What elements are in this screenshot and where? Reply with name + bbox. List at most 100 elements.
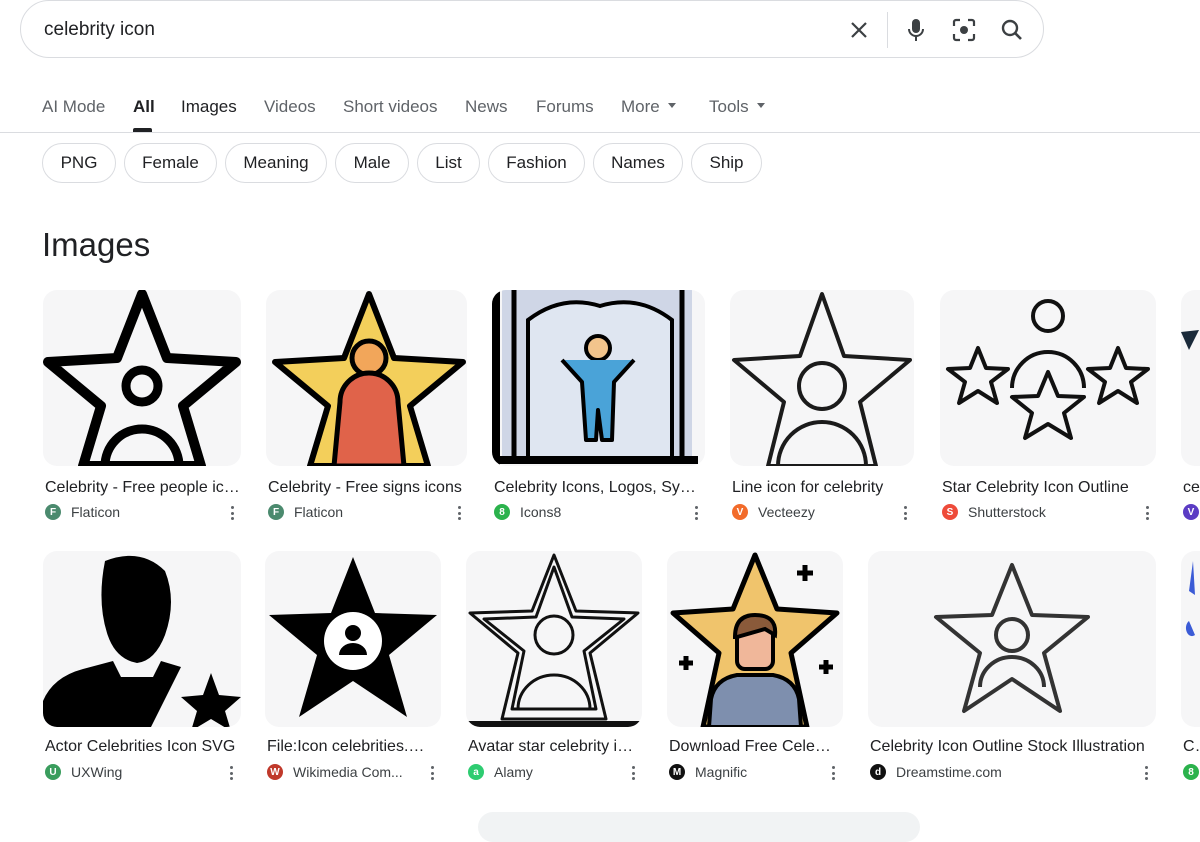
image-source[interactable]: S Shutterstock	[942, 504, 1046, 520]
image-title[interactable]: Celebrity - Free people icons	[45, 479, 241, 497]
image-source[interactable]: 8	[1183, 764, 1200, 780]
tab-tools[interactable]: Tools	[709, 97, 765, 117]
search-input[interactable]: celebrity icon	[44, 19, 155, 41]
image-title[interactable]: Line icon for celebrity	[732, 479, 914, 497]
divider	[0, 132, 1200, 133]
divider	[887, 12, 888, 48]
search-box[interactable]: celebrity icon	[20, 0, 1044, 58]
source-name: Flaticon	[71, 504, 121, 520]
chip-male[interactable]: Male	[335, 143, 409, 183]
image-thumbnail[interactable]	[43, 551, 241, 727]
image-title[interactable]: ce	[1183, 479, 1200, 497]
chip-png[interactable]: PNG	[42, 143, 116, 183]
image-source[interactable]: V Vecteezy	[732, 504, 815, 520]
search-icon[interactable]	[998, 16, 1026, 44]
chip-fashion[interactable]: Fashion	[488, 143, 585, 183]
avatar-star-icon	[466, 553, 642, 727]
image-thumbnail[interactable]	[1181, 551, 1200, 727]
tab-images[interactable]: Images	[181, 97, 237, 117]
tab-more[interactable]: More	[621, 97, 676, 117]
tab-all[interactable]: All	[133, 97, 155, 117]
caret-down-icon	[756, 103, 765, 109]
tab-forums[interactable]: Forums	[536, 97, 594, 117]
site-favicon-icon: 8	[1183, 764, 1199, 780]
tab-tools-label: Tools	[709, 97, 749, 116]
image-title[interactable]: Celebrity - Free signs icons	[268, 479, 463, 497]
stage-curtain-person-icon	[492, 290, 698, 466]
source-name: Alamy	[494, 764, 533, 780]
image-title[interactable]: Ce	[1183, 738, 1200, 756]
image-source[interactable]: a Alamy	[468, 764, 533, 780]
image-source[interactable]: F Flaticon	[268, 504, 343, 520]
alamy-favicon-icon: a	[468, 764, 484, 780]
image-title[interactable]: Download Free Celebrity	[669, 738, 839, 756]
show-more-button[interactable]	[478, 812, 920, 842]
dreamstime-favicon-icon: d	[870, 764, 886, 780]
chip-meaning[interactable]: Meaning	[225, 143, 327, 183]
star-man-icon	[670, 552, 840, 727]
source-name: Wikimedia Com...	[293, 764, 403, 780]
image-source[interactable]: U UXWing	[45, 764, 122, 780]
clear-icon[interactable]	[845, 16, 873, 44]
source-name: Shutterstock	[968, 504, 1046, 520]
section-title: Images	[42, 226, 151, 263]
image-thumbnail[interactable]	[265, 551, 441, 727]
image-title[interactable]: Celebrity Icon Outline Stock Illustratio…	[870, 738, 1154, 756]
more-options-icon[interactable]	[626, 763, 640, 783]
more-options-icon[interactable]	[689, 503, 703, 523]
image-source[interactable]: d Dreamstime.com	[870, 764, 1002, 780]
more-options-icon[interactable]	[898, 503, 912, 523]
more-options-icon[interactable]	[1140, 503, 1154, 523]
image-title[interactable]: Actor Celebrities Icon SVG	[45, 738, 241, 756]
image-source[interactable]: V	[1183, 504, 1200, 520]
image-thumbnail[interactable]	[667, 551, 843, 727]
image-thumbnail[interactable]	[730, 290, 914, 466]
image-source[interactable]: F Flaticon	[45, 504, 120, 520]
image-thumbnail[interactable]	[266, 290, 467, 466]
camera-lens-icon[interactable]	[950, 16, 978, 44]
chip-names[interactable]: Names	[593, 143, 683, 183]
chip-female[interactable]: Female	[124, 143, 217, 183]
more-options-icon[interactable]	[452, 503, 466, 523]
image-thumbnail[interactable]	[940, 290, 1156, 466]
tab-more-label: More	[621, 97, 660, 116]
tab-news[interactable]: News	[465, 97, 508, 117]
source-name: UXWing	[71, 764, 123, 780]
image-thumbnail[interactable]	[1181, 290, 1200, 466]
image-source[interactable]: W Wikimedia Com...	[267, 764, 403, 780]
more-options-icon[interactable]	[1139, 763, 1153, 783]
star-person-icon	[272, 291, 466, 466]
source-name: Flaticon	[294, 504, 344, 520]
star-person-outline-icon	[732, 292, 912, 466]
uxwing-favicon-icon: U	[45, 764, 61, 780]
microphone-icon[interactable]	[902, 16, 930, 44]
image-thumbnail[interactable]	[492, 290, 705, 466]
star-icon	[1181, 330, 1199, 350]
shutterstock-favicon-icon: S	[942, 504, 958, 520]
tab-short-videos[interactable]: Short videos	[343, 97, 438, 117]
source-name: Vecteezy	[758, 504, 815, 520]
tab-ai-mode[interactable]: AI Mode	[42, 97, 105, 117]
image-source[interactable]: M Magnific	[669, 764, 747, 780]
more-options-icon[interactable]	[425, 763, 439, 783]
source-name: Icons8	[520, 504, 562, 520]
image-source[interactable]: 8 Icons8	[494, 504, 561, 520]
image-title[interactable]: Celebrity Icons, Logos, Symbols	[494, 479, 699, 497]
image-title[interactable]: Star Celebrity Icon Outline	[942, 479, 1154, 497]
vecteezy-favicon-icon: V	[732, 504, 748, 520]
image-title[interactable]: Avatar star celebrity icon	[468, 738, 638, 756]
more-options-icon[interactable]	[224, 763, 238, 783]
image-thumbnail[interactable]	[868, 551, 1156, 727]
magnific-favicon-icon: M	[669, 764, 685, 780]
chip-ship[interactable]: Ship	[691, 143, 762, 183]
source-name: Dreamstime.com	[896, 764, 1002, 780]
more-options-icon[interactable]	[826, 763, 840, 783]
partial-icon	[1185, 561, 1195, 637]
chip-list[interactable]: List	[417, 143, 480, 183]
tab-videos[interactable]: Videos	[264, 97, 316, 117]
image-thumbnail[interactable]	[466, 551, 642, 727]
caret-down-icon	[667, 103, 676, 109]
more-options-icon[interactable]	[225, 503, 239, 523]
image-title[interactable]: File:Icon celebrities.svg	[267, 738, 432, 756]
image-thumbnail[interactable]	[43, 290, 241, 466]
